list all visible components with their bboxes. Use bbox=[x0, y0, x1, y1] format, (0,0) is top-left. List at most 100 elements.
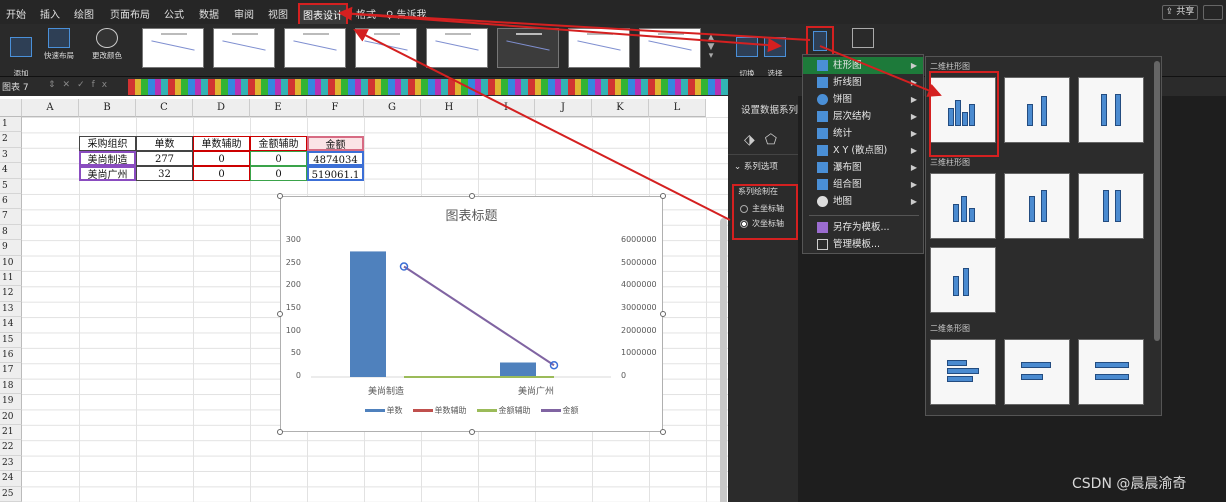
gallery-scrollbar[interactable] bbox=[1154, 61, 1160, 341]
bar-单数[interactable] bbox=[350, 251, 386, 377]
menu-item-scatter[interactable]: X Y (散点图) ▶ bbox=[803, 142, 923, 159]
row-header-22[interactable]: 22 bbox=[0, 440, 22, 456]
row-header-9[interactable]: 9 bbox=[0, 240, 22, 256]
menu-item-column[interactable]: 柱形图 ▶ bbox=[803, 57, 923, 74]
cell-count-aux-1[interactable]: 0 bbox=[193, 151, 250, 166]
plot-area[interactable] bbox=[281, 197, 664, 433]
menu-item-combo[interactable]: 组合图 ▶ bbox=[803, 176, 923, 193]
row-header-13[interactable]: 13 bbox=[0, 301, 22, 318]
tab-chart-design[interactable]: 图表设计 bbox=[298, 3, 348, 26]
name-box[interactable]: 图表 7 bbox=[2, 80, 40, 94]
style-gallery-more-icon[interactable]: ▲ ▼ ▾ bbox=[705, 34, 717, 62]
row-header-15[interactable]: 15 bbox=[0, 332, 22, 348]
tab-view[interactable]: 视图 bbox=[268, 6, 288, 21]
cell-org-1[interactable]: 美尚制造 bbox=[79, 151, 136, 166]
resize-handle-s[interactable] bbox=[469, 429, 475, 435]
resize-handle-ne[interactable] bbox=[660, 193, 666, 199]
cell-amount-2[interactable]: 519061.1 bbox=[307, 166, 364, 181]
row-header-7[interactable]: 7 bbox=[0, 209, 22, 225]
column-header-A[interactable]: A bbox=[22, 99, 79, 117]
vertical-scrollbar[interactable] bbox=[720, 218, 727, 502]
row-header-20[interactable]: 20 bbox=[0, 409, 22, 425]
row-header-24[interactable]: 24 bbox=[0, 471, 22, 487]
3d-column-option[interactable] bbox=[930, 247, 996, 313]
column-header-E[interactable]: E bbox=[250, 99, 307, 117]
change-chart-type-button[interactable] bbox=[806, 26, 834, 56]
chart-style-thumb-7[interactable] bbox=[568, 28, 630, 68]
fill-line-icon[interactable]: ⬗ bbox=[744, 132, 765, 148]
row-header-25[interactable]: 25 bbox=[0, 486, 22, 502]
tab-insert[interactable]: 插入 bbox=[40, 6, 60, 21]
primary-axis-radio[interactable]: 主坐标轴 bbox=[740, 203, 784, 214]
effects-pentagon-icon[interactable]: ⬠ bbox=[765, 132, 787, 148]
chart-style-thumb-5[interactable] bbox=[426, 28, 488, 68]
resize-handle-nw[interactable] bbox=[277, 193, 283, 199]
legend-entry[interactable]: 单数辅助 bbox=[412, 405, 467, 416]
formula-input[interactable] bbox=[128, 79, 728, 95]
row-header-18[interactable]: 18 bbox=[0, 378, 22, 395]
menu-item-manage-templates[interactable]: 管理模板... bbox=[803, 236, 923, 253]
comment-button[interactable] bbox=[1203, 5, 1223, 20]
cell-amount-1[interactable]: 4874034 bbox=[307, 151, 364, 166]
chart-style-thumb-2[interactable] bbox=[213, 28, 275, 68]
tab-home[interactable]: 开始 bbox=[6, 6, 26, 21]
menu-item-pie[interactable]: 饼图 ▶ bbox=[803, 91, 923, 108]
row-header-23[interactable]: 23 bbox=[0, 455, 22, 472]
quick-layout-button[interactable]: 快速布局 bbox=[40, 28, 78, 60]
percent-stacked-column-option[interactable] bbox=[1078, 77, 1144, 143]
row-header-8[interactable]: 8 bbox=[0, 224, 22, 241]
series-options-header[interactable]: ⌄ 系列选项 bbox=[734, 160, 778, 172]
menu-item-waterfall[interactable]: 瀑布图 ▶ bbox=[803, 159, 923, 176]
bar-单数[interactable] bbox=[500, 362, 536, 377]
menu-item-line[interactable]: 折线图 ▶ bbox=[803, 74, 923, 91]
chart-style-thumb-4[interactable] bbox=[355, 28, 417, 68]
3d-clustered-column-option[interactable] bbox=[930, 173, 996, 239]
worksheet-grid[interactable]: ABCDEFGHIJKL 1 2 3 4 5 6 7 8 9 10 11 12 13 14 15 16 17 18… bbox=[0, 96, 728, 502]
menu-item-map[interactable]: 地图 ▶ bbox=[803, 193, 923, 210]
panel-tab-icons[interactable]: ⬗⬠ bbox=[744, 132, 787, 148]
row-header-6[interactable]: 6 bbox=[0, 194, 22, 210]
row-header-1[interactable]: 1 bbox=[0, 117, 22, 133]
line-金额[interactable] bbox=[403, 265, 555, 367]
tab-draw[interactable]: 绘图 bbox=[74, 6, 94, 21]
column-header-I[interactable]: I bbox=[478, 99, 535, 117]
tab-formulas[interactable]: 公式 bbox=[164, 6, 184, 21]
change-color-button[interactable]: 更改颜色 bbox=[86, 28, 128, 60]
column-header-L[interactable]: L bbox=[649, 99, 706, 117]
cell-header-amount[interactable]: 金额 bbox=[307, 136, 364, 151]
select-all-corner[interactable] bbox=[0, 99, 22, 117]
tab-review[interactable]: 审阅 bbox=[234, 6, 254, 21]
clustered-bar-option[interactable] bbox=[930, 339, 996, 405]
column-header-D[interactable]: D bbox=[193, 99, 250, 117]
column-header-B[interactable]: B bbox=[79, 99, 136, 117]
secondary-axis-radio[interactable]: 次坐标轴 bbox=[740, 218, 784, 229]
tab-page-layout[interactable]: 页面布局 bbox=[110, 6, 150, 21]
row-header-21[interactable]: 21 bbox=[0, 425, 22, 441]
column-header-K[interactable]: K bbox=[592, 99, 649, 117]
column-header-J[interactable]: J bbox=[535, 99, 592, 117]
row-header-12[interactable]: 12 bbox=[0, 286, 22, 302]
row-header-14[interactable]: 14 bbox=[0, 317, 22, 333]
tell-me[interactable]: ♀ 告诉我 bbox=[386, 6, 427, 21]
column-header-G[interactable]: G bbox=[364, 99, 421, 117]
3d-percent-stacked-column-option[interactable] bbox=[1078, 173, 1144, 239]
menu-item-statistic[interactable]: 统计 ▶ bbox=[803, 125, 923, 142]
chart-style-thumb-3[interactable] bbox=[284, 28, 346, 68]
cell-org-2[interactable]: 美尚广州 bbox=[79, 166, 136, 181]
column-header-F[interactable]: F bbox=[307, 99, 364, 117]
cell-header-count[interactable]: 单数 bbox=[136, 136, 193, 151]
tab-format[interactable]: 格式 bbox=[356, 6, 376, 21]
percent-stacked-bar-option[interactable] bbox=[1078, 339, 1144, 405]
row-header-19[interactable]: 19 bbox=[0, 394, 22, 410]
chart-legend[interactable]: 单数 单数辅助 金额辅助 金额 bbox=[281, 405, 662, 416]
resize-handle-n[interactable] bbox=[469, 193, 475, 199]
cell-header-amount-aux[interactable]: 金额辅助 bbox=[250, 136, 307, 151]
row-header-5[interactable]: 5 bbox=[0, 178, 22, 194]
row-header-4[interactable]: 4 bbox=[0, 163, 22, 179]
chart-style-thumb-8[interactable] bbox=[639, 28, 701, 68]
cell-count-2[interactable]: 32 bbox=[136, 166, 193, 181]
menu-item-hierarchy[interactable]: 层次结构 ▶ bbox=[803, 108, 923, 125]
cell-amount-aux-2[interactable]: 0 bbox=[250, 166, 307, 181]
legend-entry[interactable]: 金额辅助 bbox=[476, 405, 531, 416]
row-header-16[interactable]: 16 bbox=[0, 348, 22, 364]
